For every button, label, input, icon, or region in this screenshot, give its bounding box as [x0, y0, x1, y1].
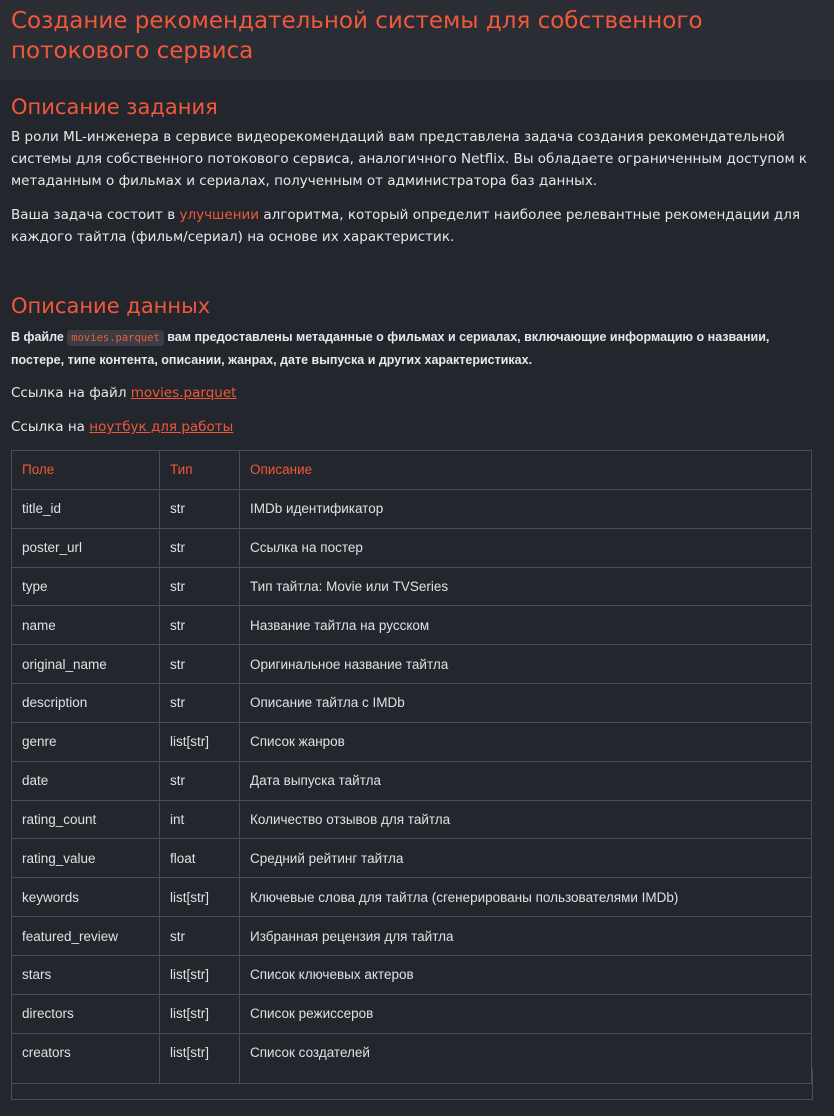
cell-type: int	[159, 799, 240, 840]
data-intro-start: В файле	[11, 330, 68, 344]
cell-field: description	[11, 683, 160, 723]
cell-description: Список режиссеров	[239, 993, 812, 1034]
cell-type: str	[159, 566, 240, 607]
cell-type: list[str]	[159, 993, 240, 1034]
cell-description: Ссылка на постер	[239, 527, 812, 568]
cell-field: original_name	[11, 644, 160, 685]
table-bottom-border	[11, 1069, 813, 1100]
cell-field: type	[11, 566, 160, 607]
notebook-link-line: Ссылка на ноутбук для работы	[11, 416, 811, 438]
cell-field: rating_count	[11, 799, 160, 840]
cell-type: str	[159, 760, 240, 801]
cell-field: keywords	[11, 877, 160, 918]
file-link-label: Ссылка на файл	[11, 385, 131, 401]
fields-table: Поле Тип Описание title_id str IMDb иденти…	[11, 450, 812, 1084]
cell-field: directors	[11, 993, 160, 1034]
cell-field: poster_url	[11, 527, 160, 568]
page-title: Создание рекомендательной системы для со…	[11, 8, 703, 64]
file-name-code: movies.parquet	[67, 330, 164, 346]
cell-field: featured_review	[11, 916, 160, 956]
cell-type: str	[159, 488, 240, 529]
table-row: directors list[str] Список режиссеров	[11, 993, 812, 1034]
cell-description: Описание тайтла с IMDb	[239, 683, 812, 723]
cell-field: rating_value	[11, 838, 160, 879]
cell-type: str	[159, 644, 240, 685]
table-header-row: Поле Тип Описание	[11, 450, 812, 490]
file-link-line: Ссылка на файл movies.parquet	[11, 382, 811, 404]
table-row: title_id str IMDb идентификатор	[11, 488, 812, 529]
header-field: Поле	[11, 450, 160, 490]
file-link[interactable]: movies.parquet	[131, 385, 237, 401]
cell-description: Список жанров	[239, 721, 812, 762]
cell-type: str	[159, 916, 240, 956]
cell-type: list[str]	[159, 877, 240, 918]
table-row: description str Описание тайтла с IMDb	[11, 683, 812, 723]
cell-description: Название тайтла на русском	[239, 605, 812, 646]
cell-type: str	[159, 683, 240, 723]
cell-description: Дата выпуска тайтла	[239, 760, 812, 801]
table-row: date str Дата выпуска тайтла	[11, 760, 812, 801]
data-intro: В файле movies.parquet вам предоставлены…	[11, 326, 811, 371]
cell-description: Средний рейтинг тайтла	[239, 838, 812, 879]
cell-description: Тип тайтла: Movie или TVSeries	[239, 566, 812, 607]
data-heading: Описание данных	[11, 294, 211, 318]
table-row: poster_url str Ссылка на постер	[11, 527, 812, 568]
table-row: name str Название тайтла на русском	[11, 605, 812, 646]
table-row: rating_value float Средний рейтинг тайтла	[11, 838, 812, 879]
cell-description: Ключевые слова для тайтла (сгенерированы…	[239, 877, 812, 918]
table-row: keywords list[str] Ключевые слова для тайт…	[11, 877, 812, 918]
task-paragraph-2-start: Ваша задача состоит в	[11, 207, 180, 223]
cell-description: Оригинальное название тайтла	[239, 644, 812, 685]
table-row: type str Тип тайтла: Movie или TVSeries	[11, 566, 812, 607]
cell-field: title_id	[11, 488, 160, 529]
cell-description: Количество отзывов для тайтла	[239, 799, 812, 840]
cell-description: Список ключевых актеров	[239, 954, 812, 995]
highlight-improvement: улучшении	[179, 207, 260, 223]
header-description: Описание	[239, 450, 812, 490]
task-paragraph-2: Ваша задача состоит в улучшении алгоритм…	[11, 204, 811, 248]
table-row: original_name str Оригинальное название та…	[11, 644, 812, 685]
cell-type: float	[159, 838, 240, 879]
header-type: Тип	[159, 450, 240, 490]
task-heading: Описание задания	[11, 95, 218, 119]
task-paragraph-1: В роли ML-инженера в сервисе видеорекоме…	[11, 129, 808, 189]
table-row: stars list[str] Список ключевых актеров	[11, 954, 812, 995]
cell-field: name	[11, 605, 160, 646]
cell-description: Избранная рецензия для тайтла	[239, 916, 812, 956]
cell-type: str	[159, 605, 240, 646]
cell-type: str	[159, 527, 240, 568]
cell-field: stars	[11, 954, 160, 995]
cell-type: list[str]	[159, 721, 240, 762]
table-row: rating_count int Количество отзывов для та…	[11, 799, 812, 840]
cell-field: genre	[11, 721, 160, 762]
cell-description: IMDb идентификатор	[239, 488, 812, 529]
notebook-link[interactable]: ноутбук для работы	[89, 419, 233, 435]
notebook-link-label: Ссылка на	[11, 419, 90, 435]
cell-field: date	[11, 760, 160, 801]
table-row: featured_review str Избранная рецензия для…	[11, 916, 812, 956]
cell-type: list[str]	[159, 954, 240, 995]
table-row: genre list[str] Список жанров	[11, 721, 812, 762]
